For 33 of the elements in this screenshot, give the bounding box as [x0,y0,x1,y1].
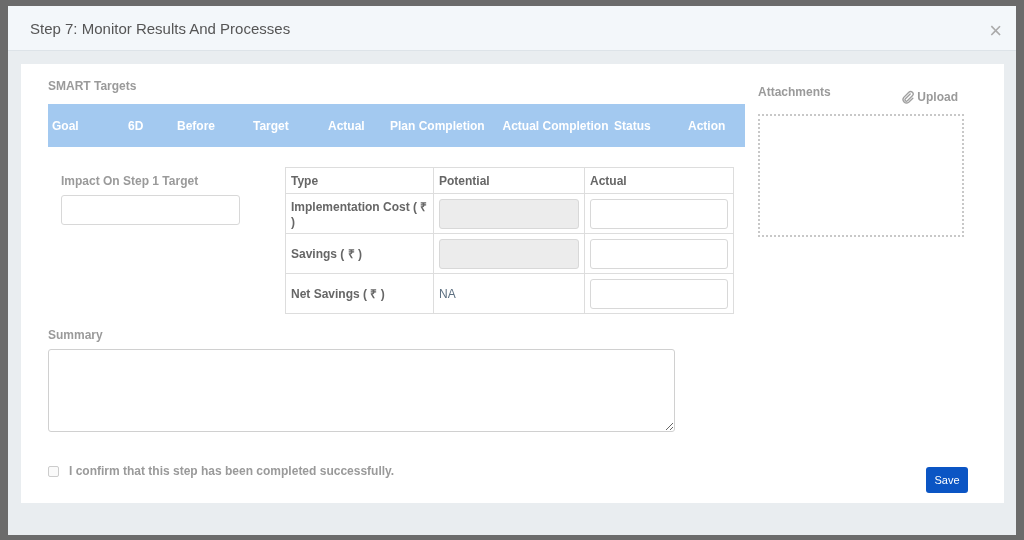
column-header: Goal [51,118,80,133]
section-title: Attachments [758,85,831,101]
column-header: 6D [127,118,145,133]
column-header: Potential [433,167,585,194]
column-header: Target [252,118,290,133]
row-label: Net Savings ( ₹ ) [291,287,385,301]
input-field[interactable] [590,278,728,309]
column-header: Actual [327,118,366,133]
row-label: Implementation Cost ( ₹ ) [291,200,428,229]
field-label: Summary [48,328,104,342]
table-cell: NA [439,286,456,301]
row-label: Savings ( ₹ ) [291,247,362,261]
input-field[interactable] [61,195,240,225]
column-header: Before [176,118,216,133]
paperclip-icon [901,90,916,104]
column-header: Type [285,167,434,194]
save-button[interactable]: Save [926,467,968,493]
drop-zone[interactable] [758,114,964,237]
dialog-title: Step 7: Monitor Results And Processes [30,19,291,37]
summary-field[interactable] [48,349,675,432]
upload-button[interactable]: Upload [901,90,958,104]
field-label: Impact On Step 1 Target [61,174,200,188]
column-header: Status [613,118,652,133]
column-header: Action [687,118,727,133]
checkbox[interactable] [48,465,59,477]
section-title: SMART Targets [48,79,138,93]
column-header: Actual Completion [501,118,610,133]
checkbox-label: I confirm that this step has been completed successfully. [69,464,395,478]
close-button[interactable]: × [989,20,1002,42]
input-field[interactable] [590,198,728,229]
column-header: Plan Completion [389,118,486,133]
column-header: Actual [584,167,734,194]
input-field[interactable] [590,238,728,269]
